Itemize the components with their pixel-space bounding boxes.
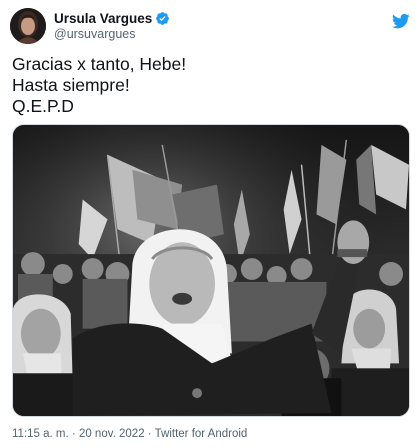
- tweet-meta: 11:15 a. m. · 20 nov. 2022 · Twitter for…: [12, 428, 247, 440]
- tweet-line-2: Hasta siempre!: [12, 75, 130, 95]
- tweet-card: Ursula Vargues @ursuvargues Gracias x ta…: [0, 0, 420, 448]
- verified-badge-icon: [156, 12, 170, 25]
- display-name[interactable]: Ursula Vargues: [54, 11, 152, 26]
- avatar[interactable]: [10, 8, 46, 44]
- tweet-text: Gracias x tanto, Hebe! Hasta siempre! Q.…: [12, 54, 408, 117]
- tweet-line-3: Q.E.P.D: [12, 96, 74, 116]
- meta-separator-1: ·: [71, 428, 76, 440]
- handle[interactable]: @ursuvargues: [54, 27, 135, 41]
- tweet-date[interactable]: 20 nov. 2022: [79, 428, 145, 440]
- tweet-line-1: Gracias x tanto, Hebe!: [12, 54, 187, 74]
- tweet-source[interactable]: Twitter for Android: [155, 428, 248, 440]
- tweet-time[interactable]: 11:15 a. m.: [12, 428, 69, 440]
- tweet-photo[interactable]: [12, 124, 410, 417]
- twitter-bird-icon[interactable]: [392, 12, 410, 30]
- name-row: Ursula Vargues: [54, 11, 170, 26]
- meta-separator-2: ·: [147, 428, 152, 440]
